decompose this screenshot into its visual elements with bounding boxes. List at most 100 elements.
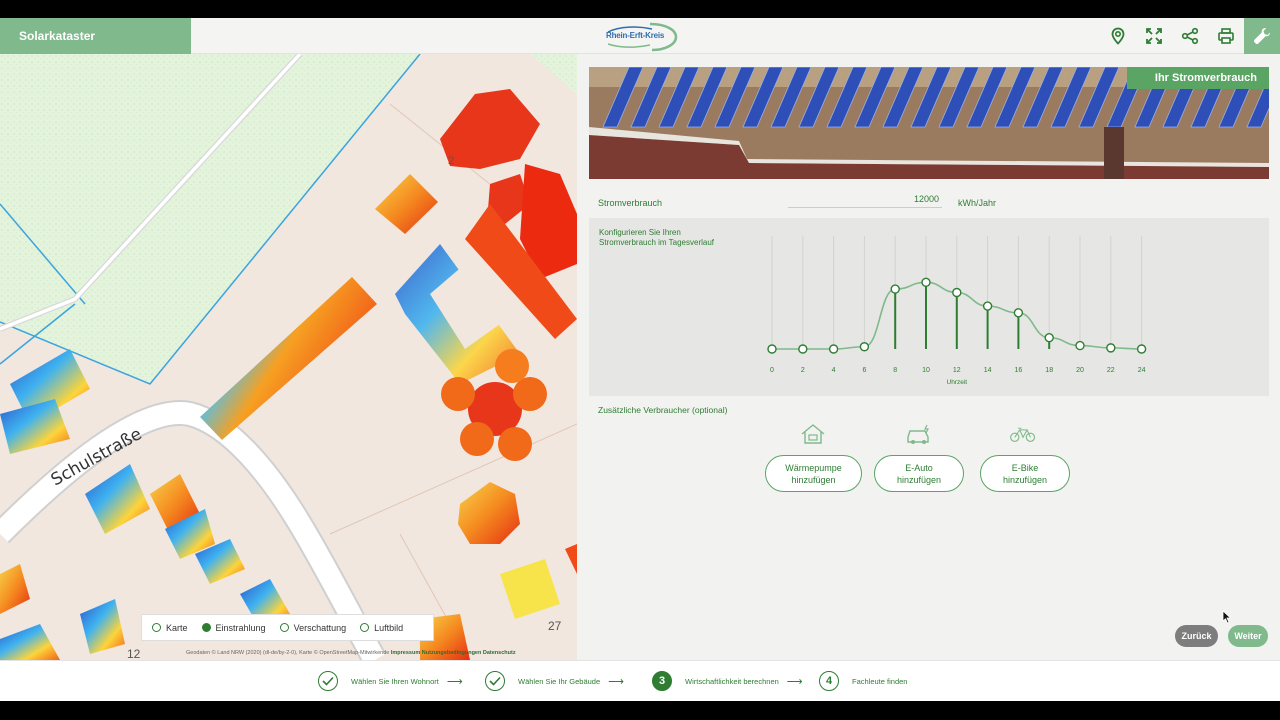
layer-label-verschattung: Verschattung [293,622,347,633]
house-heatpump-icon [801,424,825,444]
step-arrow-icon: ⟶ [446,675,463,688]
top-bar: Solarkataster Rhein-Erft-Kreis [0,18,1280,54]
layer-option-karte[interactable]: Karte [152,623,188,633]
radio-verschattung[interactable] [279,623,289,632]
hour-tick-label: 0 [770,367,774,374]
add-ebike-button[interactable]: E-Bike hinzufügen [980,455,1070,492]
location-button[interactable] [1100,18,1136,54]
radio-einstrahlung[interactable] [201,623,211,632]
hour-tick-label: 8 [893,367,897,374]
hour-tick-label: 16 [1015,367,1023,374]
step-4-number: 4 [819,671,839,691]
step-1[interactable]: Wählen Sie Ihren Wohnort ⟶ [318,671,463,691]
datenschutz-link[interactable]: Datenschutz [483,650,516,656]
hour-tick-label: 6 [862,367,866,374]
step-arrow-icon: ⟶ [608,675,624,688]
hour-handle[interactable] [1136,344,1147,354]
impressum-link[interactable]: Impressum [391,650,420,656]
toolbar [1100,18,1280,54]
map-attribution: Geodaten © Land NRW (2020) (dl-de/by-2-0… [186,650,516,656]
hour-handle[interactable] [1075,340,1085,351]
step-arrow-icon: ⟶ [786,675,803,688]
consumption-label: Stromverbrauch [598,198,663,208]
layer-label-karte: Karte [166,622,188,633]
radio-karte[interactable] [152,623,161,632]
hero-image-solar-panels: Ihr Stromverbrauch [589,67,1269,179]
next-button[interactable]: Weiter [1228,625,1268,647]
x-axis-label: Uhrzeit [947,379,968,386]
ebike-line2: hinzufügen [1002,474,1048,485]
nutzungsbedingungen-link[interactable]: Nutzungsbedingungen [422,650,482,656]
ecar-line1: E-Auto [905,462,933,473]
electric-car-icon [907,424,929,444]
step-3-label: Wirtschaftlichkeit berechnen [685,676,779,686]
wrench-icon [1253,28,1270,45]
fullscreen-button[interactable] [1136,18,1172,54]
add-heatpump-button[interactable]: Wärmepumpe hinzufügen [765,455,862,492]
radio-luftbild[interactable] [360,623,370,632]
hour-handle[interactable] [1013,308,1024,318]
consumption-unit: kWh/Jahr [958,198,997,208]
hour-tick-label: 10 [922,367,930,374]
hour-handle[interactable] [921,277,931,288]
layer-option-einstrahlung[interactable]: Einstrahlung [201,623,266,633]
hour-tick-label: 12 [953,367,961,374]
layer-option-luftbild[interactable]: Luftbild [360,623,403,633]
hour-handle[interactable] [798,344,808,354]
step-3[interactable]: 3 Wirtschaftlichkeit berechnen ⟶ [652,671,803,691]
house-number-27: 27 [548,619,562,633]
share-button[interactable] [1172,18,1208,54]
hour-tick-label: 20 [1076,367,1084,374]
ebike-line1: E-Bike [1011,462,1039,473]
hour-handle[interactable] [828,344,839,354]
hour-handle[interactable] [767,344,777,354]
print-icon [1218,28,1234,44]
step-1-check-icon [318,671,338,691]
attribution-text: Geodaten © Land NRW (2020) (dl-de/by-2-0… [186,650,390,656]
hour-handle[interactable] [859,342,870,352]
hour-handle[interactable] [1106,343,1116,353]
hour-handle[interactable] [952,287,962,298]
step-3-number: 3 [652,671,672,691]
hour-handle[interactable] [1044,332,1054,343]
tools-button[interactable] [1244,18,1280,54]
back-button[interactable]: Zurück [1175,625,1218,647]
step-1-label: Wählen Sie Ihren Wohnort [351,676,439,686]
rhein-erft-kreis-logo[interactable]: Rhein-Erft-Kreis [600,20,680,52]
print-button[interactable] [1208,18,1244,54]
add-ecar-button[interactable]: E-Auto hinzufügen [874,455,964,492]
logo-text: Rhein-Erft-Kreis [606,31,665,40]
solar-map[interactable]: Schulstraße 27 12 2 Karte Einstrahlung V… [0,54,577,660]
step-2[interactable]: Wählen Sie Ihr Gebäude ⟶ [485,671,624,691]
extra-consumers-label: Zusätzliche Verbraucher (optional) [598,405,728,415]
house-number-2: 2 [448,155,454,167]
app-title[interactable]: Solarkataster [0,18,191,54]
layer-label-luftbild: Luftbild [374,622,404,633]
hour-tick-label: 4 [832,367,836,374]
daily-profile-editor: Konfigurieren Sie Ihren Stromverbrauch i… [589,218,1269,396]
ecar-line2: hinzufügen [896,474,942,485]
daily-profile-chart[interactable]: 0 2 4 6 8 10 12 14 16 18 20 22 24Uhrzeit [589,218,1269,396]
step-4-label: Fachleute finden [852,676,908,686]
house-number-12: 12 [127,647,141,660]
consumption-input[interactable]: 12000 [788,194,942,208]
layer-option-verschattung[interactable]: Verschattung [279,622,347,633]
hour-tick-label: 18 [1045,367,1053,374]
hero-badge: Ihr Stromverbrauch [1126,67,1269,89]
share-icon [1181,27,1199,45]
progress-stepper: Wählen Sie Ihren Wohnort ⟶ Wählen Sie Ih… [0,660,1280,701]
map-canvas[interactable]: Schulstraße 27 12 2 [0,54,577,660]
hour-tick-label: 22 [1107,367,1115,374]
mouse-cursor-icon [1222,610,1232,624]
step-2-check-icon [485,671,505,691]
hour-tick-label: 14 [984,367,992,374]
bicycle-icon [1010,427,1036,442]
heatpump-line2: hinzufügen [791,474,836,485]
step-4[interactable]: 4 Fachleute finden [819,671,907,691]
consumption-row: Stromverbrauch 12000 kWh/Jahr [598,194,1258,216]
hour-tick-label: 2 [801,367,805,374]
hour-handle[interactable] [982,301,993,311]
map-layer-switcher: Karte Einstrahlung Verschattung Luftbild [141,614,434,641]
hour-handle[interactable] [890,284,900,294]
location-pin-icon [1111,27,1125,45]
